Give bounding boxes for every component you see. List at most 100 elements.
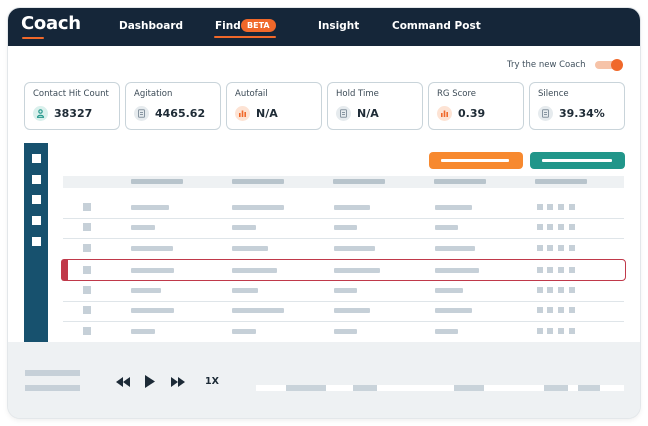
cell-dot <box>558 267 564 273</box>
stat-value: 39.34% <box>559 107 605 120</box>
top-nav: Coach Dashboard Find BETA Insight Comman… <box>8 8 640 46</box>
cell-dot <box>558 328 564 334</box>
sidebar-item[interactable] <box>32 216 41 225</box>
column-header[interactable] <box>131 179 183 184</box>
sidebar-item[interactable] <box>32 154 41 163</box>
fast-forward-icon[interactable] <box>171 377 185 387</box>
row-divider <box>63 301 624 302</box>
timeline-segment <box>578 385 600 391</box>
stat-card-rg-score[interactable]: RG Score 0.39 <box>428 82 524 130</box>
nav-dashboard[interactable]: Dashboard <box>119 20 183 32</box>
cell-dot <box>547 267 553 273</box>
nav-command-post[interactable]: Command Post <box>392 20 481 32</box>
button-label-placeholder <box>441 159 509 162</box>
stat-label: Hold Time <box>336 89 379 99</box>
cell-dot <box>558 224 564 230</box>
cell-placeholder <box>131 225 155 230</box>
play-icon[interactable] <box>145 375 155 388</box>
app-logo[interactable]: Coach <box>21 13 81 34</box>
timeline-track[interactable] <box>256 385 624 391</box>
stat-value: 0.39 <box>458 107 486 120</box>
row-checkbox[interactable] <box>83 306 91 314</box>
cell-placeholder <box>334 268 380 273</box>
cell-placeholder <box>232 308 284 313</box>
cell-dot <box>537 287 543 293</box>
nav-insight[interactable]: Insight <box>318 20 359 32</box>
stat-card-silence[interactable]: Silence 39.34% <box>529 82 625 130</box>
timeline-segment <box>286 385 326 391</box>
recording-title-placeholder <box>25 370 80 376</box>
sidebar-item[interactable] <box>32 237 41 246</box>
cell-dot <box>537 328 543 334</box>
cell-placeholder <box>232 225 256 230</box>
cell-placeholder <box>435 225 458 230</box>
app-window: Coach Dashboard Find BETA Insight Comman… <box>8 8 640 418</box>
stat-label: RG Score <box>437 89 477 99</box>
sidebar-item[interactable] <box>32 175 41 184</box>
cell-placeholder <box>334 308 370 313</box>
stat-card-contact-hit-count[interactable]: Contact Hit Count 38327 <box>24 82 120 130</box>
row-checkbox[interactable] <box>83 286 91 294</box>
cell-dot <box>558 245 564 251</box>
sidebar-item[interactable] <box>32 195 41 204</box>
cell-dot <box>537 307 543 313</box>
logo-accent <box>22 37 44 39</box>
cell-placeholder <box>232 205 284 210</box>
bar-chart-icon <box>235 106 250 121</box>
cell-dot <box>547 307 553 313</box>
primary-action-button[interactable] <box>429 152 523 169</box>
cell-dot <box>537 245 543 251</box>
row-divider <box>63 238 624 239</box>
cell-placeholder <box>435 329 458 334</box>
column-header[interactable] <box>434 179 486 184</box>
nav-find-active-indicator <box>214 36 276 38</box>
stat-card-hold-time[interactable]: Hold Time N/A <box>327 82 423 130</box>
cell-placeholder <box>232 329 256 334</box>
nav-find[interactable]: Find <box>215 20 241 32</box>
cell-dot <box>569 245 575 251</box>
stat-card-agitation[interactable]: Agitation 4465.62 <box>125 82 221 130</box>
cell-dot <box>569 267 575 273</box>
button-label-placeholder <box>542 159 612 162</box>
row-checkbox[interactable] <box>83 203 91 211</box>
stat-label: Contact Hit Count <box>33 89 109 99</box>
rewind-icon[interactable] <box>116 377 130 387</box>
row-checkbox[interactable] <box>83 327 91 335</box>
cell-placeholder <box>334 225 357 230</box>
try-new-coach-toggle[interactable] <box>595 59 623 71</box>
stat-value: 38327 <box>54 107 93 120</box>
timeline-segment <box>353 385 377 391</box>
column-header[interactable] <box>232 179 284 184</box>
document-icon <box>538 106 553 121</box>
cell-placeholder <box>131 205 169 210</box>
stat-label: Silence <box>538 89 569 99</box>
cell-placeholder <box>232 288 258 293</box>
stat-card-autofail[interactable]: Autofail N/A <box>226 82 322 130</box>
cell-placeholder <box>232 246 268 251</box>
cell-placeholder <box>131 268 174 273</box>
cell-placeholder <box>435 246 475 251</box>
cell-dot <box>547 287 553 293</box>
stat-value: N/A <box>357 107 379 120</box>
cell-dot <box>569 328 575 334</box>
column-header[interactable] <box>535 179 587 184</box>
playback-speed[interactable]: 1X <box>205 376 219 387</box>
try-new-coach-label: Try the new Coach <box>507 60 586 70</box>
cell-dot <box>547 224 553 230</box>
main-content: Try the new Coach Contact Hit Count 3832… <box>8 46 640 342</box>
cell-placeholder <box>334 288 357 293</box>
cell-dot <box>569 307 575 313</box>
toggle-knob <box>611 59 623 71</box>
column-header[interactable] <box>333 179 385 184</box>
row-checkbox[interactable] <box>83 223 91 231</box>
cell-placeholder <box>131 288 161 293</box>
secondary-action-button[interactable] <box>530 152 625 169</box>
stat-value: N/A <box>256 107 278 120</box>
row-checkbox[interactable] <box>83 266 91 274</box>
cell-dot <box>547 328 553 334</box>
recording-subtitle-placeholder <box>25 385 80 391</box>
cell-dot <box>547 245 553 251</box>
stat-value: 4465.62 <box>155 107 206 120</box>
row-checkbox[interactable] <box>83 244 91 252</box>
beta-badge: BETA <box>241 19 276 32</box>
